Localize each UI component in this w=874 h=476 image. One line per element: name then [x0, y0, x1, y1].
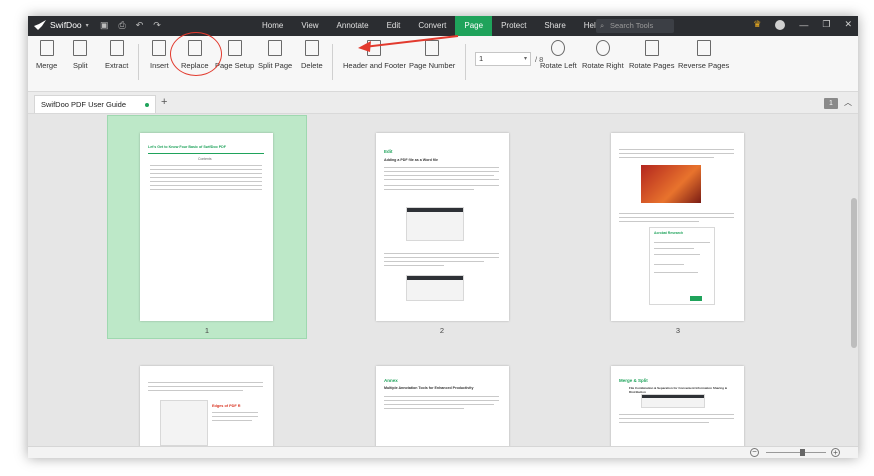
zoom-slider-handle[interactable]: [800, 449, 805, 456]
ribbon-divider: [332, 44, 333, 80]
app-logo: SwifDoo ▾: [34, 20, 89, 30]
document-tab[interactable]: SwifDoo PDF User Guide: [34, 95, 156, 113]
delete-button[interactable]: Delete: [301, 40, 323, 70]
search-tools-input[interactable]: ⌕ Search Tools: [596, 19, 674, 33]
extract-button[interactable]: Extract: [105, 40, 128, 70]
page-number-button[interactable]: Page Number: [409, 40, 455, 70]
menu-edit[interactable]: Edit: [378, 16, 410, 36]
scrollbar-thumb[interactable]: [851, 198, 857, 348]
minimize-icon[interactable]: —: [799, 20, 808, 30]
rotate-pages-button[interactable]: Rotate Pages: [629, 40, 674, 70]
chevron-down-icon[interactable]: ▾: [524, 53, 527, 65]
menu-page[interactable]: Page: [455, 16, 493, 36]
page-thumbnail-4[interactable]: Edges of PDF R: [140, 366, 273, 446]
reverse-pages-button[interactable]: Reverse Pages: [678, 40, 729, 70]
merge-icon: [39, 40, 54, 56]
page-number-input[interactable]: 1 ▾: [475, 52, 531, 66]
zoom-slider-track[interactable]: [766, 452, 826, 453]
zoom-in-icon[interactable]: +: [831, 448, 840, 457]
vertical-scrollbar[interactable]: [851, 194, 857, 444]
search-placeholder: Search Tools: [610, 21, 654, 30]
user-avatar-icon[interactable]: [775, 19, 786, 30]
merge-button[interactable]: Merge: [36, 40, 57, 70]
quick-access-toolbar: ▣ ⎙ ↶ ↷: [100, 20, 161, 31]
header-footer-button[interactable]: Header and Footer: [343, 40, 406, 70]
split-button[interactable]: Split: [73, 40, 88, 70]
menu-protect[interactable]: Protect: [492, 16, 535, 36]
app-window: SwifDoo ▾ ▣ ⎙ ↶ ↷ Home View Annotate Edi…: [28, 16, 858, 458]
page-thumbnail-5[interactable]: Annex Multiple Annotation Tools for Enha…: [376, 366, 509, 446]
save-icon[interactable]: ▣: [100, 20, 109, 31]
page-label-2: 2: [439, 326, 445, 335]
redo-icon[interactable]: ↷: [153, 20, 161, 31]
ribbon-divider: [138, 44, 139, 80]
swifdoo-bird-icon: [34, 20, 46, 30]
page-number-icon: [425, 40, 440, 56]
page-label-3: 3: [675, 326, 681, 335]
ribbon-divider: [465, 44, 466, 80]
annotation-circle: [170, 32, 222, 76]
collapse-ribbon-chevron-icon[interactable]: ︿: [844, 97, 852, 108]
add-tab-button[interactable]: +: [161, 96, 167, 108]
menu-home[interactable]: Home: [253, 16, 292, 36]
app-name: SwifDoo: [50, 20, 82, 30]
page-thumbnail-3[interactable]: Acrobat Research: [611, 133, 744, 321]
page-label-1: 1: [204, 326, 210, 335]
menu-convert[interactable]: Convert: [409, 16, 455, 36]
status-bar: − +: [28, 446, 858, 458]
premium-crown-icon[interactable]: ♛: [753, 19, 761, 30]
window-controls: ♛ — ❐ ✕: [753, 19, 852, 30]
menu-view[interactable]: View: [292, 16, 327, 36]
split-page-icon: [268, 40, 283, 56]
page-thumbnail-2[interactable]: Edit Adding a PDF file as a Word file: [376, 133, 509, 321]
split-icon: [73, 40, 88, 56]
restore-icon[interactable]: ❐: [822, 19, 830, 30]
close-icon[interactable]: ✕: [844, 19, 852, 30]
menu-annotate[interactable]: Annotate: [328, 16, 378, 36]
app-menu-chevron-icon[interactable]: ▾: [86, 22, 89, 29]
extract-icon: [109, 40, 124, 56]
page-thumbnail-1[interactable]: Let's Get to Know Four Basic of SwifDoo …: [140, 133, 273, 321]
insert-icon: [152, 40, 167, 56]
insert-button[interactable]: Insert: [150, 40, 169, 70]
header-footer-icon: [367, 40, 382, 56]
split-page-button[interactable]: Split Page: [258, 40, 292, 70]
rotate-right-icon: [595, 40, 610, 56]
reverse-pages-icon: [696, 40, 711, 56]
delete-icon: [304, 40, 319, 56]
page-setup-icon: [227, 40, 242, 56]
unsaved-dot-icon: [145, 103, 149, 107]
page-count-badge: 1: [824, 98, 838, 109]
document-tab-bar: SwifDoo PDF User Guide + 1 ︿: [28, 92, 858, 114]
title-bar: SwifDoo ▾ ▣ ⎙ ↶ ↷ Home View Annotate Edi…: [28, 16, 858, 36]
rotate-left-button[interactable]: Rotate Left: [540, 40, 577, 70]
undo-icon[interactable]: ↶: [136, 20, 144, 31]
print-icon[interactable]: ⎙: [119, 20, 126, 31]
page-thumbnail-6[interactable]: Merge & Split File Combination & Separat…: [611, 366, 744, 446]
page-thumbnail-grid: Let's Get to Know Four Basic of SwifDoo …: [28, 114, 858, 446]
menu-share[interactable]: Share: [535, 16, 574, 36]
rotate-left-icon: [551, 40, 566, 56]
zoom-out-icon[interactable]: −: [750, 448, 759, 457]
search-icon: ⌕: [600, 21, 605, 30]
rotate-pages-icon: [644, 40, 659, 56]
rotate-right-button[interactable]: Rotate Right: [582, 40, 624, 70]
page-ribbon: Merge Split Extract Insert Replace Page …: [28, 36, 858, 92]
sample-image: [641, 165, 701, 203]
main-menu: Home View Annotate Edit Convert Page Pro…: [253, 16, 609, 36]
